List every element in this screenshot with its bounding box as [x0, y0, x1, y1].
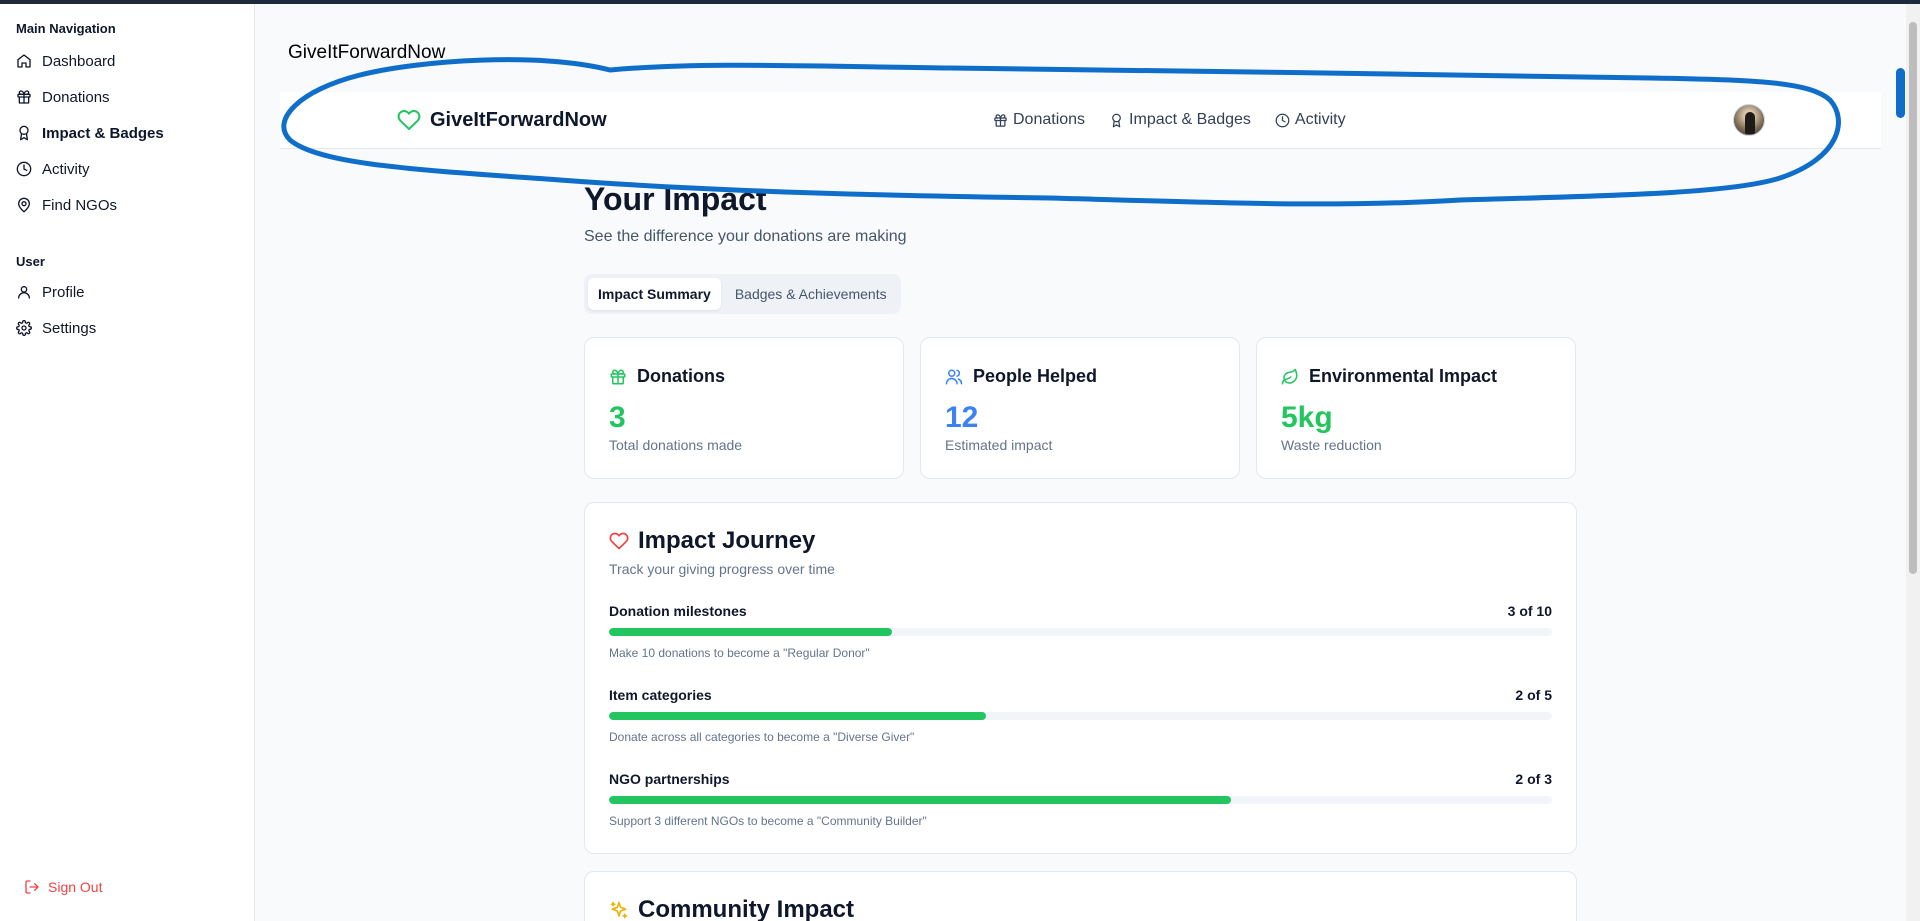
milestone-count: 2 of 5 [1515, 687, 1552, 703]
brand-logo[interactable]: GiveItForwardNow [397, 108, 607, 132]
sidebar-item-donations[interactable]: Donations [16, 86, 241, 108]
sidebar-item-label: Activity [42, 160, 90, 178]
sidebar-item-label: Find NGOs [42, 196, 118, 214]
sidebar-item-dashboard[interactable]: Dashboard [16, 50, 241, 72]
stat-value: 5kg [1281, 401, 1333, 434]
sidebar-item-label: Dashboard [42, 52, 116, 70]
milestone-hint: Support 3 different NGOs to become a "Co… [609, 814, 927, 828]
window-title: GiveItForwardNow [288, 42, 446, 63]
scrollbar-thumb[interactable] [1909, 22, 1917, 574]
gift-icon [610, 369, 626, 384]
milestone-count: 3 of 10 [1507, 603, 1552, 619]
gift-icon [17, 90, 31, 104]
nav-impact-badges[interactable]: Impact & Badges [1109, 111, 1251, 129]
heart-icon [397, 110, 421, 130]
brand-name: GiveItForwardNow [430, 108, 607, 131]
sidebar-item-label: Profile [42, 283, 85, 301]
nav-label: Donations [1013, 111, 1086, 128]
impact-journey-card: Impact Journey Track your giving progres… [584, 502, 1577, 854]
sidebar-user-label: User [16, 254, 45, 269]
map-pin-icon [18, 197, 30, 213]
stat-card-donations: Donations 3 Total donations made [584, 337, 904, 479]
milestone-ngo-partnerships: NGO partnerships 2 of 3 Support 3 differ… [609, 771, 1552, 835]
home-icon [17, 54, 31, 68]
sidebar-item-impact-badges[interactable]: Impact & Badges [16, 122, 241, 144]
sidebar-item-profile[interactable]: Profile [16, 281, 241, 303]
page-subtitle: See the difference your donations are ma… [584, 228, 907, 245]
stat-caption: Estimated impact [945, 437, 1053, 453]
window-top-strip [0, 0, 1920, 4]
header-nav: Donations Impact & Badges Activity [993, 111, 1346, 129]
stat-title: Environmental Impact [1309, 366, 1498, 386]
milestone-label: Item categories [609, 687, 712, 703]
app-header: GiveItForwardNow Donations Impact & Badg… [280, 92, 1881, 149]
sidebar-item-label: Donations [42, 88, 110, 106]
stat-card-environmental-impact: Environmental Impact 5kg Waste reduction [1256, 337, 1576, 479]
user-icon [18, 286, 30, 299]
stat-title: People Helped [973, 366, 1098, 386]
log-out-icon [25, 880, 39, 894]
impact-journey-title: Impact Journey [609, 527, 815, 555]
clock-icon [1275, 113, 1290, 127]
users-icon [945, 369, 963, 384]
stat-value: 12 [945, 401, 979, 434]
scroll-indicator [1896, 68, 1905, 118]
progress-fill [609, 628, 892, 636]
page-scrollbar[interactable] [1906, 4, 1920, 921]
stat-header: People Helped [945, 366, 1097, 387]
gift-icon [994, 113, 1007, 127]
sidebar-item-settings[interactable]: Settings [16, 317, 241, 339]
stat-value: 3 [609, 401, 626, 434]
progress-bar [609, 712, 1552, 720]
progress-bar [609, 796, 1552, 804]
award-icon [19, 125, 29, 141]
sidebar: Main Navigation Dashboard Donations Impa… [0, 4, 255, 921]
stat-card-people-helped: People Helped 12 Estimated impact [920, 337, 1240, 479]
sidebar-main-navigation-label: Main Navigation [16, 21, 116, 36]
sign-out-button[interactable]: Sign Out [24, 879, 102, 895]
progress-fill [609, 796, 1232, 804]
nav-label: Impact & Badges [1129, 111, 1251, 128]
milestone-label: NGO partnerships [609, 771, 730, 787]
impact-journey-subtitle: Track your giving progress over time [609, 561, 835, 577]
milestone-label: Donation milestones [609, 603, 747, 619]
tab-impact-summary[interactable]: Impact Summary [588, 278, 721, 310]
card-title: Impact Journey [638, 527, 816, 554]
page-title: Your Impact [584, 181, 767, 217]
leaf-icon [1281, 368, 1298, 384]
tab-badges-achievements[interactable]: Badges & Achievements [725, 278, 897, 310]
community-impact-title: Community Impact [609, 896, 854, 921]
stat-header: Environmental Impact [1281, 366, 1497, 387]
stat-header: Donations [609, 366, 725, 387]
milestone-count: 2 of 3 [1515, 771, 1552, 787]
community-impact-card: Community Impact [584, 871, 1577, 921]
nav-donations[interactable]: Donations [993, 111, 1085, 129]
avatar[interactable] [1733, 104, 1765, 136]
nav-label: Activity [1294, 111, 1346, 128]
card-title: Community Impact [638, 896, 855, 921]
award-icon [1112, 113, 1121, 127]
sidebar-item-label: Settings [42, 319, 97, 337]
nav-activity[interactable]: Activity [1275, 111, 1346, 129]
impact-tabs: Impact Summary Badges & Achievements [584, 274, 901, 314]
sidebar-item-find-ngos[interactable]: Find NGOs [16, 194, 241, 216]
sidebar-item-label: Impact & Badges [42, 124, 164, 142]
stat-title: Donations [637, 366, 725, 386]
heart-icon [609, 532, 629, 550]
stat-caption: Total donations made [609, 437, 743, 453]
sidebar-item-activity[interactable]: Activity [16, 158, 241, 180]
milestone-categories: Item categories 2 of 5 Donate across all… [609, 687, 1552, 751]
milestone-donations: Donation milestones 3 of 10 Make 10 dona… [609, 603, 1552, 667]
milestone-hint: Donate across all categories to become a… [609, 730, 915, 744]
sign-out-label: Sign Out [48, 879, 103, 895]
progress-fill [609, 712, 987, 720]
milestone-hint: Make 10 donations to become a "Regular D… [609, 646, 870, 660]
clock-icon [16, 161, 32, 177]
progress-bar [609, 628, 1552, 636]
sparkles-icon [610, 901, 628, 919]
gear-icon [16, 320, 32, 336]
stat-caption: Waste reduction [1281, 437, 1382, 453]
